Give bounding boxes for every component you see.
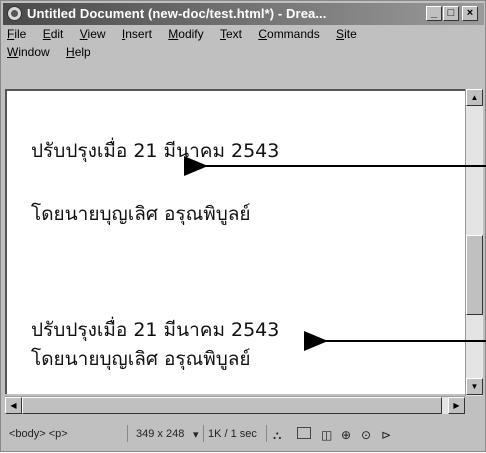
html-source-icon[interactable]: ◫ xyxy=(321,428,332,442)
divider xyxy=(266,425,267,442)
timelines-icon[interactable]: ⊙ xyxy=(361,428,371,442)
text-line-updated-1[interactable]: ปรับปรุงเมื่อ 21 มีนาคม 2543 xyxy=(31,136,279,166)
properties-icon[interactable]: ⊳ xyxy=(381,428,391,442)
window-size[interactable]: 349 x 248 xyxy=(136,428,184,440)
menu-window[interactable]: Window xyxy=(7,45,50,59)
minimize-icon[interactable]: _ xyxy=(426,6,442,21)
app-icon[interactable] xyxy=(7,6,22,21)
scroll-right-icon[interactable]: ▶ xyxy=(448,397,465,414)
tag-selector[interactable]: <body> <p> xyxy=(9,428,68,440)
menu-site[interactable]: Site xyxy=(336,27,357,41)
text-line-author-2[interactable]: โดยนายบุญเลิศ อรุณพิบูลย์ xyxy=(31,344,251,374)
menu-file[interactable]: File xyxy=(7,27,26,41)
status-bar: <body> <p> 349 x 248 ▾ 1K / 1 sec ⛬ ◫ ⊕ … xyxy=(3,421,484,447)
download-stats: 1K / 1 sec xyxy=(208,428,257,440)
menu-row-1: File Edit View Insert Modify Text Comman… xyxy=(7,27,370,41)
menu-commands[interactable]: Commands xyxy=(258,27,319,41)
scroll-down-icon[interactable]: ▼ xyxy=(466,378,483,395)
menu-modify[interactable]: Modify xyxy=(168,27,203,41)
scroll-up-icon[interactable]: ▲ xyxy=(466,89,483,106)
site-icon[interactable]: ⛬ xyxy=(273,428,281,443)
menu-help[interactable]: Help xyxy=(66,45,91,59)
menu-edit[interactable]: Edit xyxy=(43,27,64,41)
menu-insert[interactable]: Insert xyxy=(122,27,152,41)
behaviors-icon[interactable]: ⊕ xyxy=(341,428,351,442)
document-area[interactable]: ปรับปรุงเมื่อ 21 มีนาคม 2543 โดยนายบุญเล… xyxy=(5,89,465,394)
menu-row-2: Window Help xyxy=(7,45,104,59)
close-icon[interactable]: × xyxy=(462,6,478,21)
divider xyxy=(203,425,204,442)
menu-text[interactable]: Text xyxy=(220,27,242,41)
vertical-scrollbar[interactable]: ▲ ▼ xyxy=(465,89,483,396)
window-size-dropdown-icon[interactable]: ▾ xyxy=(193,428,199,441)
horizontal-scroll-thumb[interactable] xyxy=(22,397,442,414)
vertical-scroll-thumb[interactable] xyxy=(466,235,483,315)
text-line-updated-2[interactable]: ปรับปรุงเมื่อ 21 มีนาคม 2543 xyxy=(31,315,279,345)
scroll-left-icon[interactable]: ◀ xyxy=(5,397,22,414)
menu-bar: File Edit View Insert Modify Text Comman… xyxy=(7,27,477,65)
title-bar[interactable]: Untitled Document (new-doc/test.html*) -… xyxy=(3,3,484,25)
text-line-author-1[interactable]: โดยนายบุญเลิศ อรุณพิบูลย์ xyxy=(31,199,251,229)
menu-view[interactable]: View xyxy=(80,27,106,41)
horizontal-scrollbar[interactable]: ◀ ▶ xyxy=(5,396,465,414)
application-window: Untitled Document (new-doc/test.html*) -… xyxy=(0,0,486,452)
maximize-icon[interactable]: □ xyxy=(443,6,459,21)
library-icon[interactable] xyxy=(297,427,311,439)
window-title: Untitled Document (new-doc/test.html*) -… xyxy=(27,6,327,21)
divider xyxy=(127,425,128,442)
